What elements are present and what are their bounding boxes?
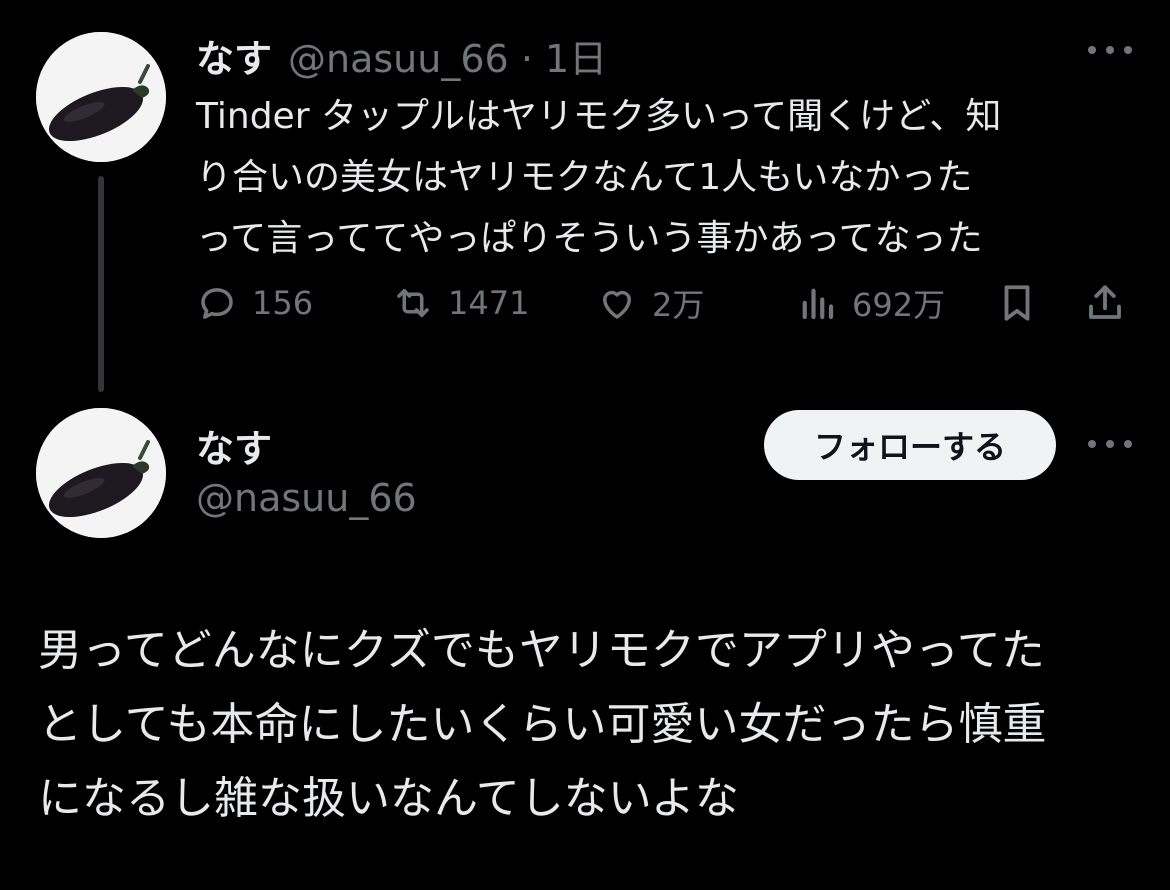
timestamp[interactable]: 1日 [545,37,607,81]
like-button[interactable]: 2万 [596,278,704,328]
reply-count: 156 [252,284,314,322]
tweet-actions-bar: 156 1471 2万 692万 [196,278,1136,328]
separator-dot: · [520,37,533,81]
avatar[interactable] [36,408,166,538]
more-icon[interactable] [1088,432,1132,456]
avatar[interactable] [36,32,166,162]
author-name[interactable]: なす [196,418,272,473]
author-handle[interactable]: @nasuu_66 [196,476,417,520]
tweet-text-line: り合いの美女はヤリモクなんて1人もいなかった [196,157,973,198]
tweet-header: なす @nasuu_66 · 1日 [196,28,607,83]
tweet-text-line: って言っててやっぱりそういう事かあってなった [196,218,983,259]
thread-connector-line [98,176,104,392]
bookmark-icon [1004,285,1030,321]
more-icon[interactable] [1088,38,1132,62]
eggplant-avatar-icon [36,408,166,538]
tweet-text-line: としても本命にしたいくらい可愛い女だったら慎重 [38,699,1047,750]
views-count: 692万 [852,286,946,324]
retweet-count: 1471 [448,284,530,322]
eggplant-avatar-icon [36,32,166,162]
share-button[interactable] [1084,278,1126,328]
like-icon [603,290,631,319]
author-handle[interactable]: @nasuu_66 [288,37,509,81]
bookmark-button[interactable] [996,278,1038,328]
reply-icon [201,288,233,319]
retweet-icon [397,289,429,317]
reply-button[interactable]: 156 [196,278,313,328]
follow-button[interactable]: フォローする [764,410,1056,480]
views-button[interactable]: 692万 [796,278,945,328]
like-count: 2万 [652,286,705,324]
views-icon [802,288,834,320]
author-name[interactable]: なす [196,37,272,81]
tweet-text: 男ってどんなにクズでもヤリモクでアプリやってた としても本命にしたいくらい可愛い… [38,614,1148,836]
tweet-text-line: になるし雑な扱いなんてしないよな [38,773,739,824]
share-icon [1089,285,1121,319]
tweet-text: Tinder タップルはヤリモク多いって聞くけど、知 り合いの美女はヤリモクなん… [196,86,1146,269]
tweet-text-line: Tinder タップルはヤリモク多いって聞くけど、知 [196,96,1002,137]
tweet-text-line: 男ってどんなにクズでもヤリモクでアプリやってた [38,625,1045,676]
retweet-button[interactable]: 1471 [392,278,529,328]
